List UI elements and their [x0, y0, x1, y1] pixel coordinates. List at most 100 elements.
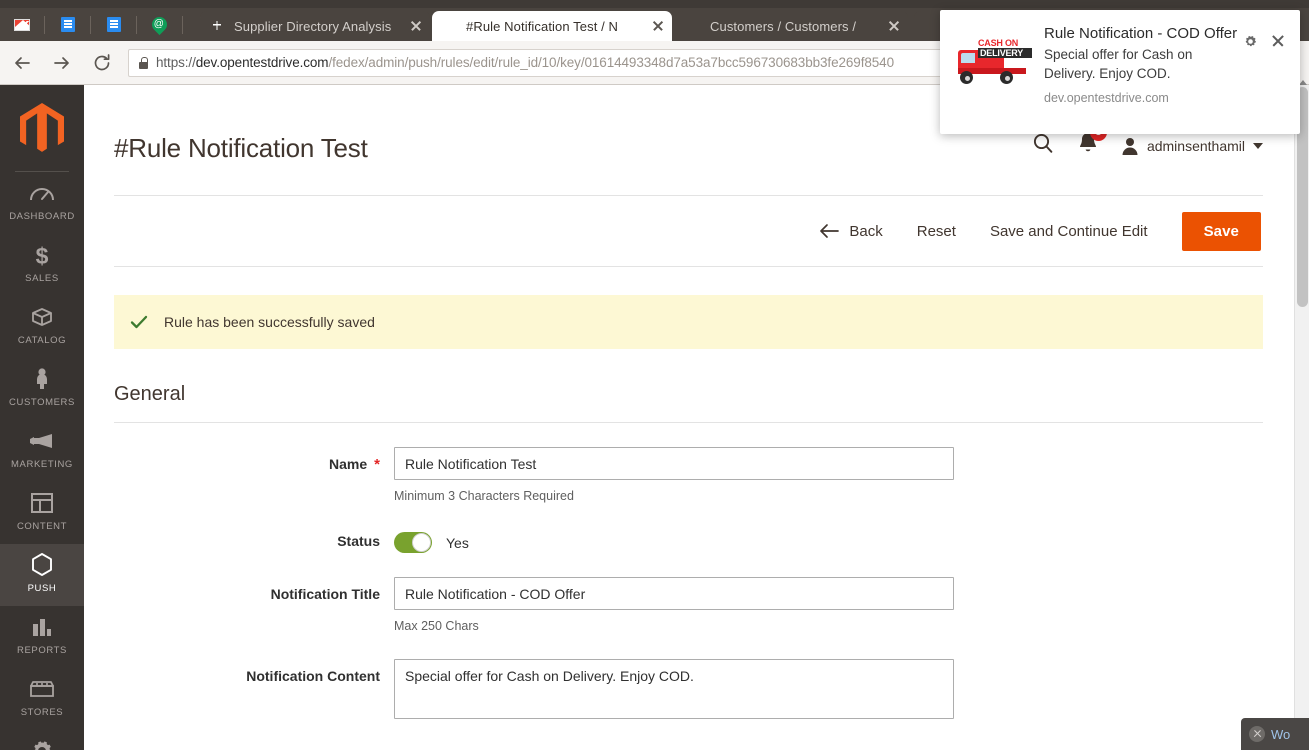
notifications-bell[interactable]: 3: [1077, 124, 1107, 160]
sidebar-label: Content: [16, 521, 68, 532]
field-label-notification-content: Notification Content: [114, 659, 394, 684]
field-label-text: Notification Content: [246, 668, 380, 684]
sidebar-item-content[interactable]: Content: [0, 482, 84, 544]
field-note-notification-title: Max 250 Chars: [394, 619, 479, 633]
success-message: Rule has been successfully saved: [114, 295, 1263, 349]
sheets-icon: [210, 18, 226, 34]
url-text: https://dev.opentestdrive.com/fedex/admi…: [156, 55, 894, 70]
admin-user-name: adminsenthamil: [1146, 137, 1245, 154]
browser-tab-supplier-directory[interactable]: Supplier Directory Analysis: [200, 11, 430, 41]
field-row-notification-content: Notification Content Special offer for C…: [114, 659, 1263, 724]
megaphone-icon: [28, 428, 56, 454]
field-note-name: Minimum 3 Characters Required: [394, 489, 574, 503]
magento-logo[interactable]: [20, 103, 64, 152]
page-scrollbar[interactable]: [1294, 80, 1309, 750]
layout-icon: [30, 490, 54, 516]
pinned-tab-gmail[interactable]: [0, 8, 43, 41]
search-icon[interactable]: [1031, 131, 1055, 160]
tab-close-icon[interactable]: [408, 18, 424, 34]
map-pin-icon: [148, 13, 171, 36]
status-toggle[interactable]: [394, 532, 432, 553]
sidebar-item-stores[interactable]: Stores: [0, 668, 84, 730]
sidebar-label: Catalog: [17, 335, 67, 346]
required-asterisk: *: [374, 455, 380, 473]
desktop-notification[interactable]: CASH ON DELIVERY Rule Notification - COD…: [940, 10, 1300, 134]
chevron-down-icon: [1253, 142, 1263, 149]
field-label-text: Status: [337, 533, 380, 549]
lock-icon: [139, 56, 148, 69]
magento-icon: [442, 18, 458, 34]
url-scheme: https://: [156, 55, 196, 70]
reset-button[interactable]: Reset: [917, 223, 956, 240]
section-title: General: [114, 383, 1263, 423]
notification-title: Rule Notification - COD Offer: [1044, 25, 1238, 42]
notification-image-text-2: DELIVERY: [978, 48, 1032, 58]
sidebar-label: Marketing: [11, 459, 73, 470]
sidebar-label: Reports: [17, 645, 67, 656]
back-button[interactable]: [4, 45, 40, 81]
notification-image-text-1: CASH ON: [978, 38, 1019, 48]
name-input[interactable]: [394, 447, 954, 480]
header-tools: 3 adminsenthamil: [1031, 124, 1263, 160]
bottom-right-widget[interactable]: Wo: [1241, 718, 1309, 750]
sidebar-item-reports[interactable]: Reports: [0, 606, 84, 668]
pinned-tab-maps[interactable]: [138, 8, 181, 41]
status-toggle-value: Yes: [446, 534, 469, 551]
tab-separator: [136, 16, 137, 34]
save-and-continue-button[interactable]: Save and Continue Edit: [990, 223, 1148, 240]
notification-origin: dev.opentestdrive.com: [1044, 91, 1169, 105]
sidebar-item-dashboard[interactable]: Dashboard: [0, 172, 84, 234]
back-button[interactable]: Back: [819, 222, 883, 240]
hexagon-icon: [30, 552, 54, 578]
sidebar-item-marketing[interactable]: Marketing: [0, 420, 84, 482]
gear-icon[interactable]: [1243, 34, 1258, 49]
admin-main-content: #Rule Notification Test 3 adminsenthamil: [84, 85, 1293, 750]
sidebar-label: Push: [27, 583, 57, 594]
avatar-icon: [1122, 137, 1138, 155]
forward-button[interactable]: [44, 45, 80, 81]
sidebar-label: Stores: [20, 707, 64, 718]
field-row-notification-title: Notification Title Max 250 Chars: [114, 577, 1263, 633]
bar-chart-icon: [30, 614, 54, 640]
back-button-label: Back: [849, 222, 883, 240]
gear-icon: [29, 738, 55, 750]
browser-tab-customers[interactable]: Customers / Customers /: [676, 11, 908, 41]
tab-close-icon[interactable]: [886, 18, 902, 34]
url-path: /fedex/admin/push/rules/edit/rule_id/10/…: [328, 55, 894, 70]
dollar-icon: $: [32, 242, 52, 268]
admin-sidebar: Dashboard $ Sales Catalog Customers Mark…: [0, 85, 84, 750]
browser-tab-rule-notification-test[interactable]: #Rule Notification Test / N: [432, 11, 672, 41]
check-icon: [130, 313, 148, 331]
tab-title: Customers / Customers /: [710, 18, 857, 34]
tab-separator: [182, 16, 183, 34]
tab-close-icon[interactable]: [650, 18, 666, 34]
reload-button[interactable]: [84, 45, 120, 81]
sidebar-label: Sales: [25, 273, 59, 284]
field-row-name: Name * Minimum 3 Characters Required: [114, 447, 1263, 503]
gmail-icon: [13, 18, 30, 31]
sidebar-item-customers[interactable]: Customers: [0, 358, 84, 420]
notification-title-input[interactable]: [394, 577, 954, 610]
notification-content-textarea[interactable]: Special offer for Cash on Delivery. Enjo…: [394, 659, 954, 719]
admin-user-menu[interactable]: adminsenthamil: [1121, 136, 1263, 156]
close-icon[interactable]: [1270, 33, 1286, 49]
sidebar-item-system[interactable]: System: [0, 730, 84, 750]
field-label-status: Status: [114, 527, 394, 549]
scroll-up-arrow-icon[interactable]: [1299, 80, 1307, 85]
field-row-status: Status Yes: [114, 527, 1263, 553]
close-icon[interactable]: [1249, 726, 1265, 742]
field-label-name: Name *: [114, 447, 394, 472]
storefront-icon: [28, 676, 56, 702]
pinned-tab-docs-1[interactable]: [46, 8, 89, 41]
form-section-general: General Name * Minimum 3 Characters Requ…: [114, 383, 1263, 724]
page-actions-bar: Back Reset Save and Continue Edit Save: [114, 195, 1263, 267]
window-titlebar[interactable]: [0, 0, 1309, 8]
tab-title: Supplier Directory Analysis: [234, 18, 392, 34]
sidebar-item-catalog[interactable]: Catalog: [0, 296, 84, 358]
save-and-continue-label: Save and Continue Edit: [989, 222, 1148, 240]
sidebar-item-sales[interactable]: $ Sales: [0, 234, 84, 296]
sidebar-item-push[interactable]: Push: [0, 544, 84, 606]
save-button[interactable]: Save: [1181, 211, 1261, 251]
pinned-tab-docs-2[interactable]: [92, 8, 135, 41]
box-icon: [29, 304, 55, 330]
